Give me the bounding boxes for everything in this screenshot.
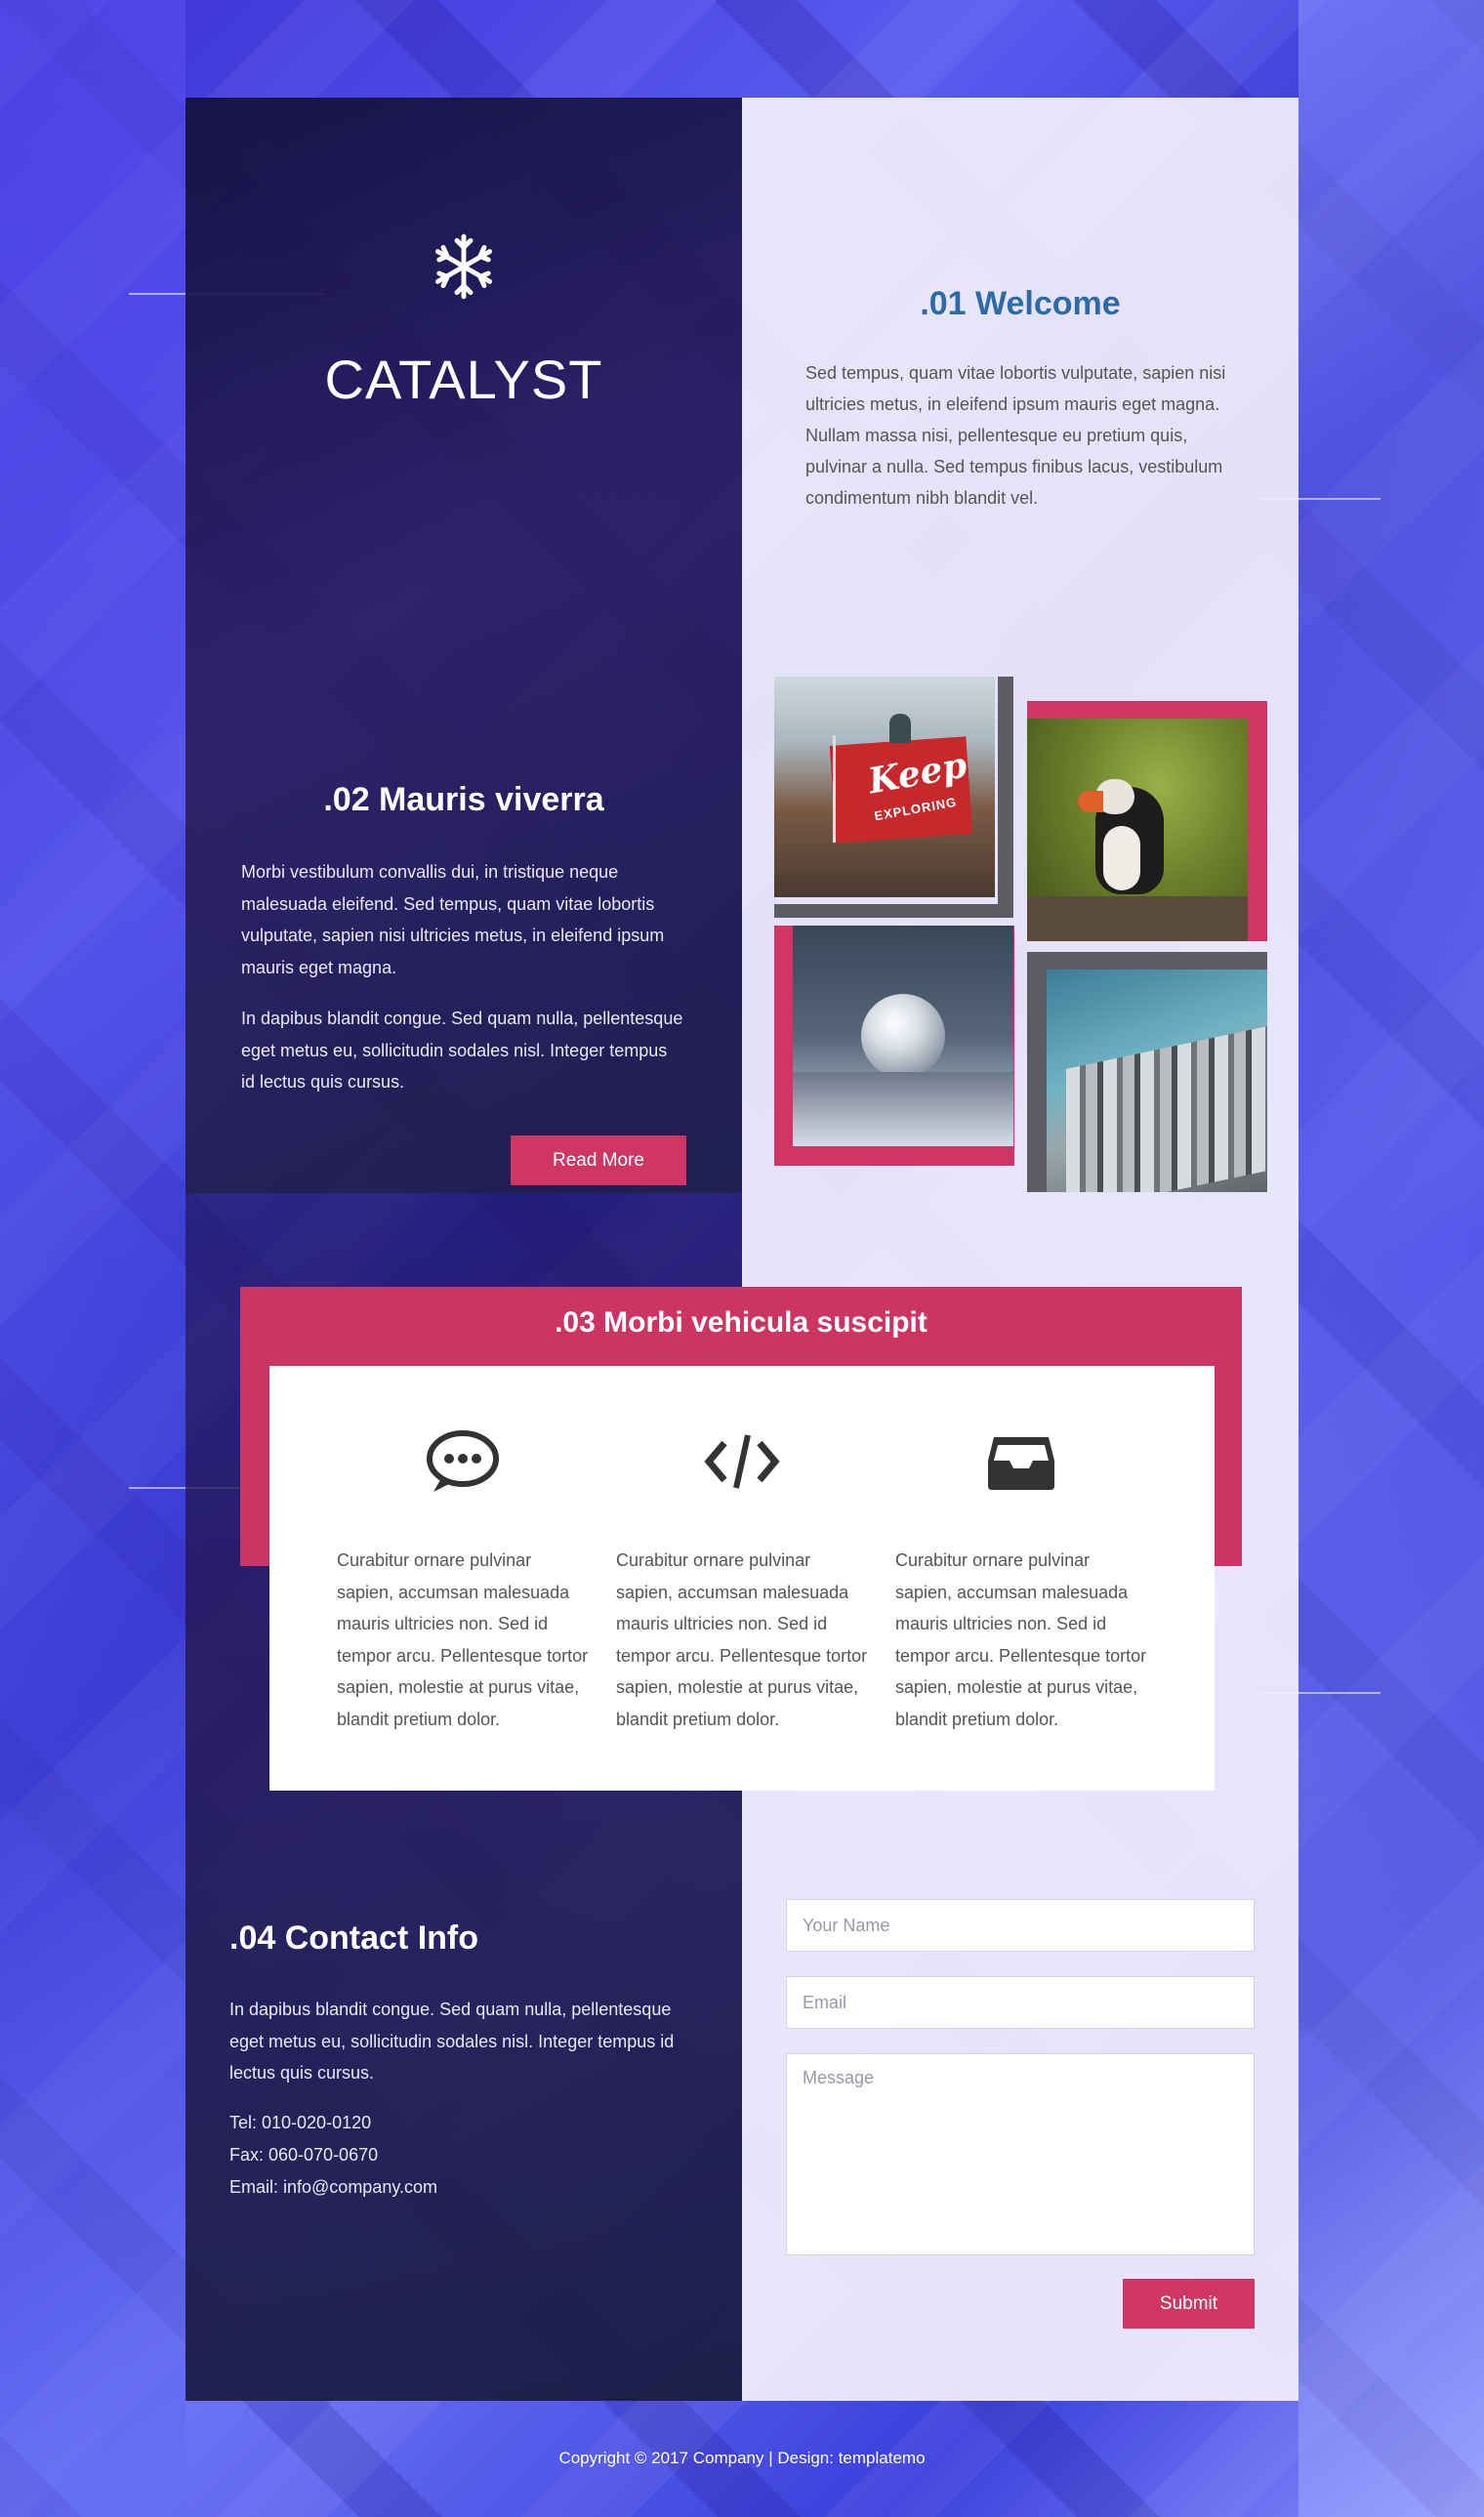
- feature-text: Curabitur ornare pulvinar sapien, accums…: [616, 1550, 868, 1729]
- welcome-text: Sed tempus, quam vitae lobortis vulputat…: [805, 363, 1226, 508]
- feature-text: Curabitur ornare pulvinar sapien, accums…: [337, 1550, 589, 1729]
- submit-button[interactable]: Submit: [1123, 2279, 1255, 2329]
- puffin-belly: [1103, 826, 1140, 890]
- contact-email: Email: info@company.com: [229, 2177, 438, 2197]
- welcome-title: .01 Welcome: [920, 285, 1121, 322]
- photo-frame: [774, 904, 1013, 918]
- flag-pole: [833, 735, 836, 843]
- section3-title: .03 Morbi vehicula suscipit: [555, 1306, 928, 1339]
- section2-paragraph: Morbi vestibulum convallis dui, in trist…: [241, 862, 665, 977]
- feature-text: Curabitur ornare pulvinar sapien, accums…: [895, 1550, 1147, 1729]
- person: [889, 714, 911, 743]
- footer-copyright: Copyright © 2017 Company | Design: templ…: [558, 2449, 926, 2467]
- section2-paragraph: In dapibus blandit congue. Sed quam null…: [241, 1009, 683, 1092]
- contact-title: .04 Contact Info: [229, 1919, 479, 1957]
- photo-frame: [998, 677, 1013, 918]
- photo-frozen-bubble[interactable]: [793, 926, 1013, 1146]
- photo-keep-exploring[interactable]: Keep EXPLORING: [774, 677, 995, 897]
- message-textarea[interactable]: [786, 2053, 1255, 2255]
- read-more-button[interactable]: Read More: [511, 1135, 686, 1185]
- inbox-icon: [988, 1437, 1054, 1490]
- frost-ground: [793, 1072, 1013, 1146]
- email-input[interactable]: [786, 1976, 1255, 2029]
- background-stripe: [0, 0, 186, 2517]
- photo-city-aerial[interactable]: [1047, 970, 1267, 1192]
- rock: [1027, 896, 1248, 941]
- section2-title: .02 Mauris viverra: [323, 781, 604, 818]
- buildings: [1066, 1026, 1267, 1192]
- puffin-beak: [1078, 791, 1103, 812]
- contact-tel: Tel: 010-020-0120: [229, 2113, 372, 2132]
- brand-name: CATALYST: [324, 349, 603, 410]
- code-icon: [704, 1434, 780, 1489]
- contact-fax: Fax: 060-070-0670: [229, 2145, 379, 2165]
- photo-puffin[interactable]: [1027, 719, 1248, 941]
- bubble: [861, 994, 945, 1078]
- background-stripe: [1298, 0, 1484, 2517]
- snowflake-icon: [434, 233, 493, 300]
- name-input[interactable]: [786, 1899, 1255, 1952]
- contact-text: In dapibus blandit congue. Sed quam null…: [229, 2000, 675, 2083]
- chat-bubble-icon: [427, 1430, 499, 1492]
